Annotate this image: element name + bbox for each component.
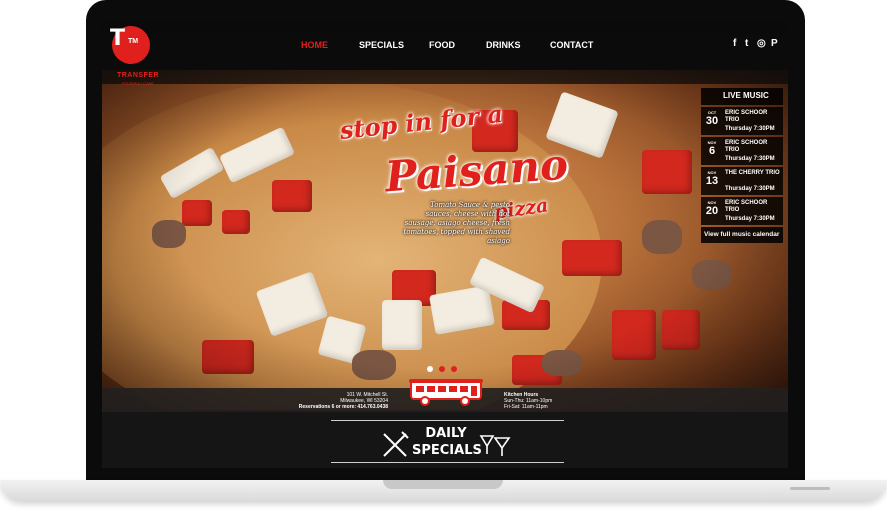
slider-dots <box>427 366 457 372</box>
nav-home[interactable]: HOME <box>301 40 328 50</box>
event-name: ERIC SCHOOR TRIO <box>725 140 768 153</box>
music-calendar-link[interactable]: View full music calendar <box>701 227 783 243</box>
logo-subtitle: PIZZERIA | CAFE <box>122 81 154 86</box>
event-time: Thursday 7:30PM <box>725 216 775 222</box>
music-event[interactable]: NOV 20 ERIC SCHOOR TRIO Thursday 7:30PM <box>701 197 783 225</box>
event-date: NOV 13 <box>703 170 721 187</box>
event-date: OCT 30 <box>703 110 721 127</box>
event-day: 20 <box>705 205 719 217</box>
streetcar-icon <box>409 379 483 406</box>
twitter-icon[interactable]: t <box>745 38 748 49</box>
kitchen-hours: Kitchen Hours Sun-Thu: 11am-10pm Fri-Sat… <box>504 392 594 410</box>
music-event[interactable]: NOV 6 ERIC SCHOOR TRIO Thursday 7:30PM <box>701 137 783 165</box>
divider <box>331 462 564 463</box>
divider <box>331 420 564 421</box>
fork-knife-icon <box>383 431 409 457</box>
slider-dot[interactable] <box>439 366 445 372</box>
logo-mark-suffix: TM <box>128 38 139 45</box>
event-name: ERIC SCHOOR TRIO <box>725 200 768 213</box>
nav-contact[interactable]: CONTACT <box>550 40 593 50</box>
event-name: ERIC SCHOOR TRIO <box>725 110 768 123</box>
nav-food[interactable]: FOOD <box>429 40 455 50</box>
event-time: Thursday 7:30PM <box>725 186 775 192</box>
music-event[interactable]: OCT 30 ERIC SCHOOR TRIO Thursday 7:30PM <box>701 107 783 135</box>
specials-title-line2: SPECIALS <box>412 443 482 458</box>
promo-description: Tomato Sauce & pesto sauces, cheese with… <box>403 201 510 245</box>
cocktail-glasses-icon <box>479 435 511 456</box>
live-music-panel: LIVE MUSIC OCT 30 ERIC SCHOOR TRIO Thurs… <box>701 88 783 243</box>
event-day: 6 <box>708 145 716 157</box>
event-time: Thursday 7:30PM <box>725 156 775 162</box>
laptop-notch <box>383 480 503 489</box>
event-day: 30 <box>705 115 719 127</box>
event-time: Thursday 7:30PM <box>725 126 775 132</box>
site-header: T TM TRANSFER PIZZERIA | CAFE HOME SPECI… <box>102 20 788 86</box>
nav-specials[interactable]: SPECIALS <box>359 40 404 50</box>
facebook-icon[interactable]: f <box>733 38 736 49</box>
instagram-icon[interactable]: ◎ <box>757 38 766 49</box>
slider-dot[interactable] <box>451 366 457 372</box>
reservations-text: Reservations 6 or more: 414.763.0438 <box>298 404 388 410</box>
event-name: THE CHERRY TRIO <box>725 170 780 176</box>
event-date: NOV 20 <box>703 200 721 217</box>
event-day: 13 <box>705 175 719 187</box>
music-event[interactable]: NOV 13 THE CHERRY TRIO Thursday 7:30PM <box>701 167 783 195</box>
logo-mark: T <box>110 26 126 51</box>
address-block: 101 W. Mitchell St. Milwaukee, WI 53204 … <box>292 392 388 410</box>
logo-name: TRANSFER <box>116 72 160 79</box>
nav-drinks[interactable]: DRINKS <box>486 40 521 50</box>
specials-title-line1: DAILY <box>425 426 467 441</box>
event-date: NOV 6 <box>703 140 721 157</box>
website-screen: T TM TRANSFER PIZZERIA | CAFE HOME SPECI… <box>102 20 788 468</box>
slider-dot[interactable] <box>427 366 433 372</box>
laptop-foot <box>790 487 830 490</box>
hours-line: Fri-Sat: 11am-11pm <box>504 404 548 410</box>
live-music-title: LIVE MUSIC <box>701 88 783 105</box>
pinterest-icon[interactable]: P <box>771 38 778 49</box>
